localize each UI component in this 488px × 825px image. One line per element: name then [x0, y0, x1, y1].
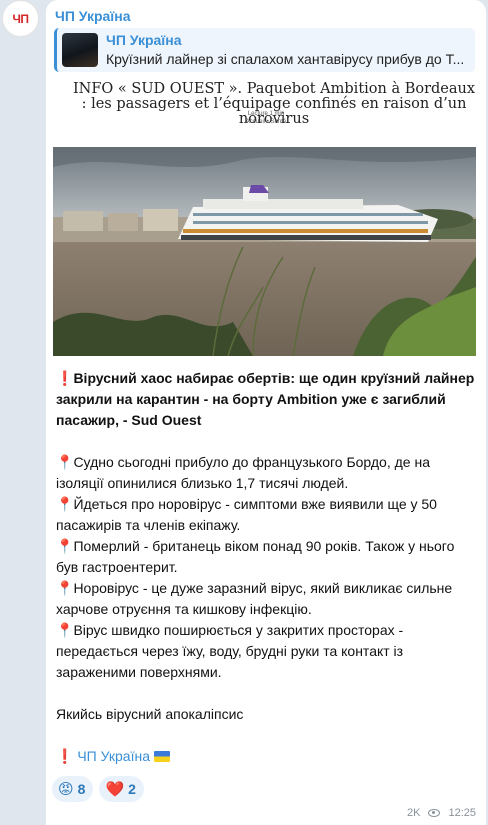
message-time: 12:25 — [448, 807, 476, 819]
channel-name[interactable]: ЧП Україна — [55, 8, 131, 24]
closing-line: Якийсь вірусний апокаліпсис — [56, 706, 244, 722]
heart-icon: ❤️ — [105, 781, 125, 798]
reactions-bar: 😡 8 ❤️ 2 — [52, 776, 144, 802]
exclamation-icon: ❗ — [56, 748, 74, 764]
message-footer: 2K 12:25 — [407, 807, 476, 819]
exclamation-icon: ❗ — [56, 370, 74, 386]
angry-face-icon: 😡 — [58, 781, 74, 798]
pin-icon: 📍 — [56, 622, 74, 638]
pin-icon: 📍 — [56, 580, 74, 596]
article-meta: Lecture 1 min Accueil • Santé — [46, 110, 486, 126]
view-count: 2K — [407, 807, 421, 819]
bullet-item: 📍Померлий - британець віком понад 90 рок… — [56, 538, 455, 575]
reply-title: ЧП Україна — [106, 32, 182, 48]
reply-text: Круїзний лайнер зі спалахом хантавірусу … — [106, 51, 465, 67]
reaction-heart[interactable]: ❤️ 2 — [99, 776, 144, 802]
signature-link[interactable]: ЧП Україна — [77, 748, 150, 764]
eye-icon — [428, 809, 441, 817]
reaction-count: 8 — [77, 781, 86, 797]
bullet-item: 📍Йдеться про норовірус - симптоми вже ви… — [56, 496, 437, 533]
article-section: Accueil • Santé — [245, 119, 287, 125]
channel-avatar[interactable]: ЧП — [2, 0, 39, 37]
ukraine-flag-icon — [153, 751, 170, 762]
avatar-text: ЧП — [12, 11, 29, 26]
bullet-item: 📍Норовірус - це дуже заразний вірус, яки… — [56, 580, 453, 617]
reaction-count: 2 — [128, 781, 136, 797]
reaction-angry[interactable]: 😡 8 — [52, 776, 94, 802]
article-read-time: Lecture 1 min — [247, 111, 285, 117]
pin-icon: 📍 — [56, 538, 74, 554]
message-bubble: ЧП Україна ЧП Україна Круїзний лайнер зі… — [46, 0, 486, 825]
bullet-item: 📍Судно сьогодні прибуло до французького … — [56, 454, 430, 491]
reply-thumbnail — [62, 33, 98, 67]
signature: ❗ ЧП Україна — [56, 746, 480, 767]
pin-icon: 📍 — [56, 496, 74, 512]
message-text: ❗Вірусний хаос набирає обертів: ще один … — [56, 368, 480, 767]
message-headline: ❗Вірусний хаос набирає обертів: ще один … — [56, 370, 475, 428]
reply-preview[interactable]: ЧП Україна Круїзний лайнер зі спалахом х… — [54, 28, 475, 72]
bullet-item: 📍Вірус швидко поширюється у закритих про… — [56, 622, 404, 680]
cruise-ship-photo[interactable] — [53, 147, 476, 356]
pin-icon: 📍 — [56, 454, 74, 470]
